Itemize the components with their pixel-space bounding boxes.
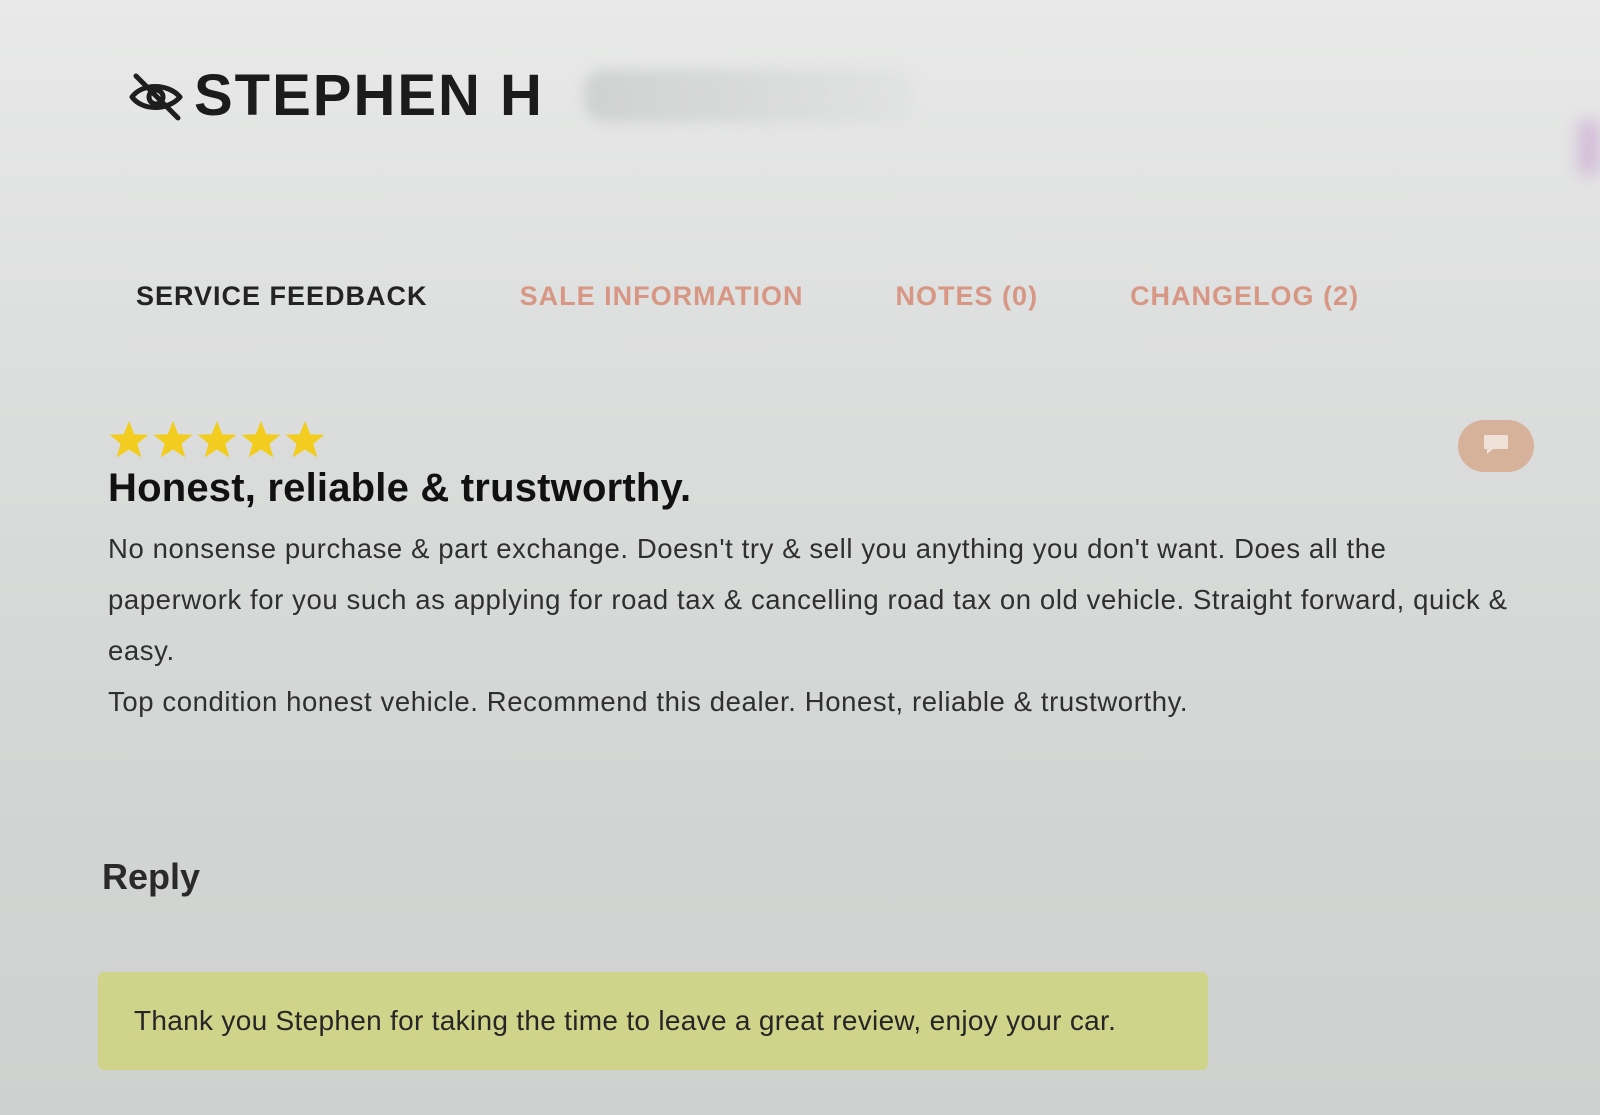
review-title: Honest, reliable & trustworthy. — [108, 466, 692, 510]
star-icon — [197, 421, 237, 458]
star-rating — [108, 418, 1548, 462]
reply-text: Thank you Stephen for taking the time to… — [134, 1005, 1117, 1036]
comment-icon — [1481, 432, 1511, 461]
review-card: Honest, reliable & trustworthy. No nonse… — [108, 418, 1548, 727]
review-paragraph: No nonsense purchase & part exchange. Do… — [108, 533, 1508, 666]
eye-off-icon[interactable] — [128, 70, 188, 122]
customer-header: STEPHEN H — [128, 58, 914, 134]
tab-notes[interactable]: NOTES (0) — [896, 281, 1039, 312]
star-icon — [153, 421, 193, 458]
tab-changelog[interactable]: CHANGELOG (2) — [1130, 281, 1359, 312]
feedback-page: STEPHEN H SERVICE FEEDBACK SALE INFORMAT… — [0, 0, 1600, 1115]
redacted-surname — [583, 70, 914, 122]
tab-bar: SERVICE FEEDBACK SALE INFORMATION NOTES … — [136, 276, 1359, 316]
tab-sale-information[interactable]: SALE INFORMATION — [520, 281, 804, 312]
comment-button[interactable] — [1458, 420, 1534, 472]
star-icon — [285, 421, 325, 458]
star-icon — [109, 421, 149, 458]
customer-name: STEPHEN H — [194, 63, 544, 128]
review-paragraph: Top condition honest vehicle. Recommend … — [108, 686, 1189, 717]
review-body: No nonsense purchase & part exchange. Do… — [108, 523, 1518, 727]
reply-heading: Reply — [102, 856, 201, 897]
tab-service-feedback[interactable]: SERVICE FEEDBACK — [136, 281, 428, 312]
star-icon — [241, 421, 281, 458]
edge-tint — [1578, 120, 1600, 174]
reply-box: Thank you Stephen for taking the time to… — [98, 972, 1208, 1070]
